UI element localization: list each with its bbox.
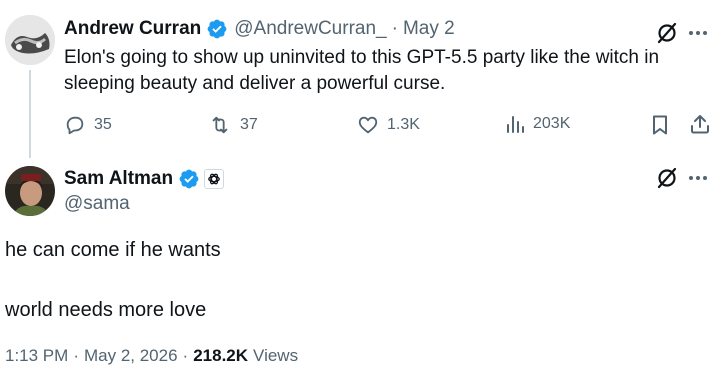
author-name[interactable]: Sam Altman: [64, 168, 173, 190]
tweet-paragraph: world needs more love: [5, 299, 207, 321]
quoted-tweet-text: Elon's going to show up uninvited to thi…: [64, 45, 704, 97]
main-tweet-text: he can come if he wants world needs more…: [5, 237, 221, 323]
tweet-paragraph: he can come if he wants: [5, 239, 221, 261]
repost-icon: [208, 114, 232, 136]
verified-badge-icon: [206, 18, 228, 40]
more-icon[interactable]: [688, 175, 708, 181]
view-count: 218.2K: [193, 346, 249, 365]
author-handle[interactable]: @sama: [64, 193, 130, 215]
views-count: 203K: [533, 115, 571, 132]
tweet-date[interactable]: May 2: [403, 18, 455, 40]
like-icon: [357, 114, 379, 136]
views-button[interactable]: 203K: [505, 114, 570, 134]
tweet-date[interactable]: May 2, 2026: [84, 346, 178, 366]
like-count: 1.3K: [387, 116, 420, 133]
reply-button[interactable]: 35: [64, 114, 112, 136]
quoted-tweet-header: Andrew Curran @AndrewCurran_ · May 2: [64, 18, 455, 40]
repost-button[interactable]: 37: [208, 114, 258, 136]
tweet-time[interactable]: 1:13 PM: [5, 346, 68, 366]
verified-badge-icon: [178, 168, 200, 190]
tweet-text-line: sleeping beauty and deliver a powerful c…: [64, 73, 446, 94]
separator-dot: ·: [73, 346, 79, 365]
bookmark-icon[interactable]: [650, 114, 670, 136]
separator-dot: ·: [182, 346, 189, 365]
grok-icon[interactable]: [655, 166, 679, 190]
tweet-timestamp-row: 1:13 PM · May 2, 2026 · 218.2K Views: [5, 346, 298, 366]
reply-icon: [64, 114, 86, 136]
reply-count: 35: [94, 116, 112, 133]
author-handle[interactable]: @AndrewCurran_: [234, 18, 386, 40]
grok-icon[interactable]: [655, 21, 679, 45]
more-icon[interactable]: [688, 30, 708, 36]
like-button[interactable]: 1.3K: [357, 114, 420, 136]
main-tweet-header: Sam Altman: [64, 168, 225, 190]
andrew-curran-avatar[interactable]: [5, 15, 55, 65]
thread-connector-line: [29, 70, 31, 158]
share-icon[interactable]: [689, 113, 711, 135]
views-icon: [505, 114, 525, 134]
views-label: Views: [253, 346, 299, 365]
author-name[interactable]: Andrew Curran: [64, 18, 201, 40]
tweet-text-line: Elon's going to show up uninvited to thi…: [64, 47, 660, 68]
sam-altman-avatar[interactable]: [5, 166, 55, 216]
repost-count: 37: [240, 116, 258, 133]
separator-dot: ·: [391, 18, 398, 39]
openai-affiliate-icon[interactable]: [204, 169, 225, 189]
